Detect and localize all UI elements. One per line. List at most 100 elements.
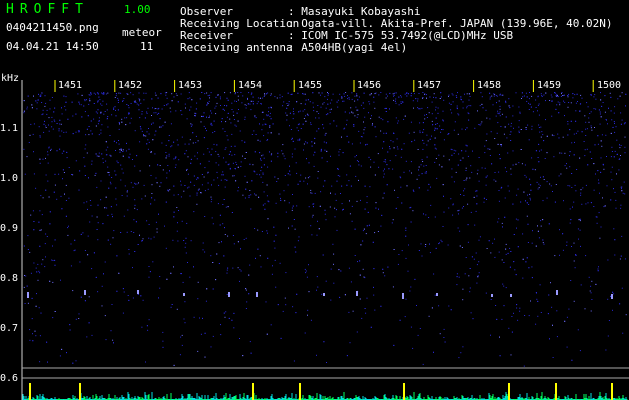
noise-pixel [164, 225, 165, 227]
noise-pixel [305, 99, 307, 101]
noise-pixel [141, 113, 143, 115]
noise-pixel [464, 188, 466, 190]
noise-pixel [151, 197, 153, 199]
noise-pixel [317, 171, 319, 172]
noise-pixel [103, 93, 105, 95]
noise-pixel [396, 146, 398, 148]
noise-pixel [313, 165, 315, 167]
noise-pixel [265, 123, 267, 125]
noise-pixel [173, 141, 175, 143]
noise-pixel [65, 184, 67, 186]
noise-pixel [324, 149, 326, 151]
noise-pixel [204, 190, 206, 192]
noise-pixel [382, 272, 384, 274]
noise-pixel [292, 118, 294, 120]
noise-pixel [159, 165, 161, 166]
noise-pixel [302, 123, 304, 125]
spectrogram-noise-field [23, 92, 627, 367]
noise-pixel [597, 135, 599, 137]
noise-pixel [121, 121, 123, 123]
noise-pixel [620, 155, 621, 156]
noise-pixel [184, 322, 186, 324]
noise-pixel [443, 211, 445, 213]
noise-pixel [161, 108, 163, 110]
noise-pixel [40, 195, 42, 197]
noise-pixel [430, 204, 432, 206]
noise-pixel [468, 275, 470, 277]
noise-pixel [614, 131, 616, 133]
noise-pixel [518, 106, 520, 108]
noise-pixel [567, 121, 569, 122]
noise-pixel [67, 227, 69, 229]
noise-pixel [404, 93, 406, 95]
noise-pixel [157, 164, 159, 166]
noise-pixel [225, 311, 227, 313]
noise-pixel [507, 252, 509, 254]
noise-pixel [323, 127, 325, 129]
noise-pixel [291, 138, 293, 140]
noise-pixel [566, 316, 568, 318]
noise-pixel [269, 112, 271, 114]
noise-pixel [294, 148, 296, 150]
noise-pixel [591, 129, 593, 131]
noise-pixel [191, 124, 193, 126]
noise-pixel [270, 118, 272, 120]
noise-pixel [528, 315, 530, 317]
noise-pixel [232, 235, 234, 236]
noise-pixel [185, 252, 187, 254]
noise-pixel [462, 288, 464, 290]
noise-pixel [88, 177, 89, 179]
noise-pixel [257, 139, 259, 141]
noise-pixel [187, 98, 189, 100]
noise-pixel [484, 167, 486, 169]
noise-pixel [497, 122, 499, 124]
noise-pixel [431, 135, 432, 137]
noise-pixel [434, 129, 436, 131]
noise-pixel [218, 184, 220, 186]
noise-pixel [287, 184, 289, 186]
noise-pixel [119, 151, 121, 153]
noise-pixel [229, 92, 231, 94]
noise-pixel [607, 259, 609, 261]
noise-pixel [180, 180, 181, 182]
noise-pixel [54, 239, 56, 241]
noise-pixel [504, 197, 506, 199]
noise-pixel [356, 93, 358, 95]
noise-pixel [250, 93, 252, 95]
noise-pixel [183, 318, 185, 320]
noise-pixel [116, 160, 118, 162]
noise-pixel [108, 187, 110, 189]
noise-pixel [464, 93, 465, 95]
noise-pixel [54, 173, 56, 175]
noise-pixel [468, 113, 470, 115]
noise-pixel [49, 211, 51, 213]
noise-pixel [87, 254, 89, 256]
noise-pixel [77, 130, 79, 132]
noise-pixel [138, 92, 140, 94]
noise-pixel [437, 128, 438, 130]
noise-pixel [485, 176, 487, 178]
noise-pixel [585, 128, 587, 130]
noise-pixel [619, 95, 621, 97]
noise-pixel [54, 264, 56, 266]
noise-pixel [110, 330, 112, 332]
noise-pixel [528, 139, 530, 141]
noise-pixel [401, 148, 403, 150]
noise-pixel [374, 93, 376, 95]
noise-pixel [499, 158, 501, 160]
noise-pixel [601, 134, 603, 136]
noise-pixel [144, 195, 146, 197]
noise-pixel [503, 305, 505, 307]
noise-pixel [486, 199, 487, 200]
noise-pixel [598, 109, 600, 111]
noise-pixel [29, 134, 31, 136]
noise-pixel [401, 250, 403, 252]
noise-pixel [260, 159, 262, 161]
noise-pixel [343, 128, 345, 130]
noise-pixel [515, 274, 517, 276]
noise-pixel [232, 267, 234, 269]
noise-pixel [65, 200, 67, 201]
noise-pixel [108, 172, 110, 173]
noise-pixel [462, 299, 464, 301]
noise-pixel [307, 114, 309, 116]
